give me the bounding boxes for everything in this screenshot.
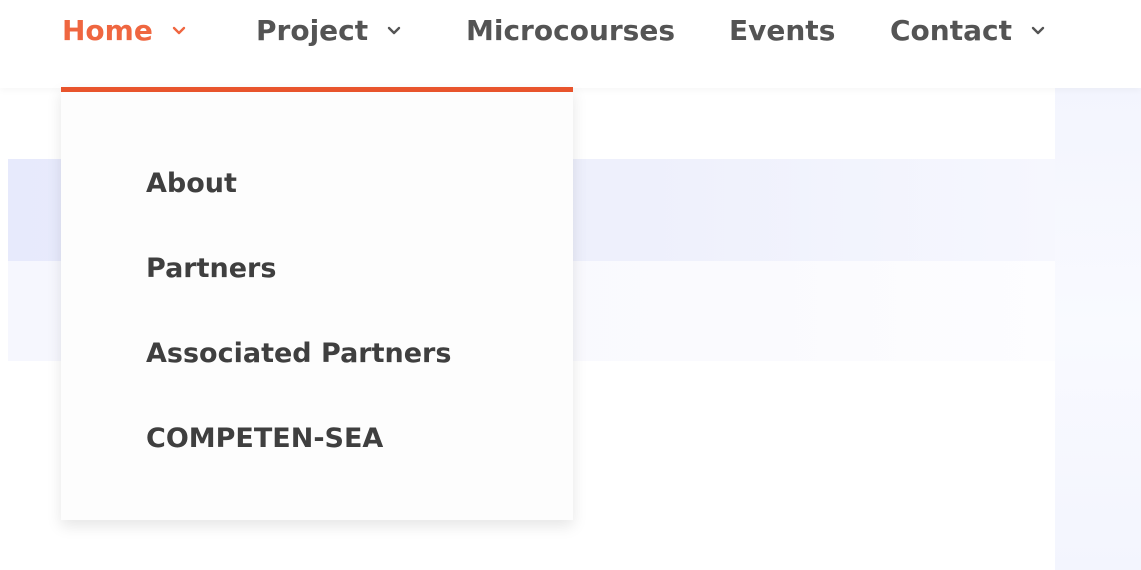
chevron-down-icon xyxy=(1030,22,1046,38)
nav-item-label: Project xyxy=(256,13,369,47)
nav-item-label: Home xyxy=(62,13,153,47)
chevron-down-icon xyxy=(386,22,402,38)
dropdown-item-competen-sea[interactable]: COMPETEN-SEA xyxy=(146,418,383,458)
nav-item-label: Contact xyxy=(890,13,1012,47)
nav-item-label: Microcourses xyxy=(466,13,676,47)
nav-item-events[interactable]: Events xyxy=(729,0,835,60)
nav-item-contact[interactable]: Contact xyxy=(890,0,1046,60)
chevron-down-icon xyxy=(171,22,187,38)
nav-item-home[interactable]: Home xyxy=(62,0,187,60)
page-side-panel xyxy=(1055,88,1141,570)
nav-item-microcourses[interactable]: Microcourses xyxy=(466,0,675,60)
dropdown-item-about[interactable]: About xyxy=(146,163,237,203)
nav-item-label: Events xyxy=(729,13,836,47)
home-dropdown-menu: About Partners Associated Partners COMPE… xyxy=(61,87,573,520)
dropdown-item-partners[interactable]: Partners xyxy=(146,248,276,288)
dropdown-item-associated-partners[interactable]: Associated Partners xyxy=(146,333,451,373)
nav-item-project[interactable]: Project xyxy=(256,0,402,60)
main-navigation: Home Project Microcourses Events Contact xyxy=(0,0,1141,88)
